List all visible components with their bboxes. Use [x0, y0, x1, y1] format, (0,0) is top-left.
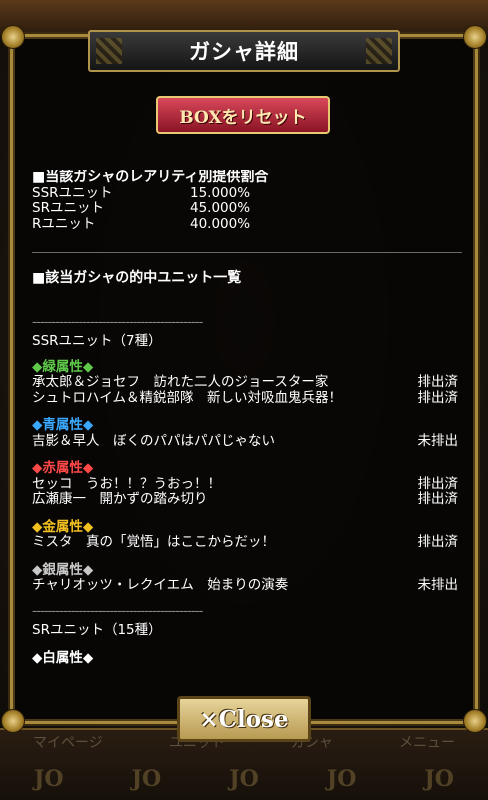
- close-button[interactable]: ×Close: [177, 696, 311, 742]
- rate-value: 15.000%: [190, 184, 251, 201]
- attr-label-gold: ◆金属性◆: [32, 518, 94, 535]
- unit-status: 未排出: [417, 577, 459, 593]
- divider: [32, 252, 462, 253]
- rate-value: 40.000%: [190, 215, 251, 232]
- bg-nav-menu: メニュー: [398, 735, 455, 751]
- unit-name: セッコ うお！！？うおっ！！: [32, 475, 221, 492]
- unit-row: 承太郎＆ジョセフ 訪れた二人のジョースター家 排出済: [32, 374, 462, 391]
- separator-line: ----------------------------------------…: [32, 314, 203, 330]
- attr-label-white: ◆白属性◆: [32, 649, 94, 666]
- rate-name: Rユニット: [32, 215, 96, 232]
- modal-title: ガシャ詳細: [189, 40, 299, 64]
- unit-status: 排出済: [417, 475, 459, 492]
- unit-name: 広瀬康一 開かずの踏み切り: [32, 491, 208, 507]
- jo-logo: JO: [326, 766, 357, 792]
- unit-name: ミスタ 真の「覚悟」はここからだッ！: [32, 534, 275, 550]
- unit-name: 承太郎＆ジョセフ 訪れた二人のジョースター家: [32, 374, 329, 390]
- box-reset-button[interactable]: BOXをリセット: [156, 96, 330, 134]
- attr-label-red: ◆赤属性◆: [32, 460, 94, 476]
- corner-ornament-icon: [1, 709, 25, 733]
- attr-group-red: ◆赤属性◆ セッコ うお！！？うおっ！！ 排出済 広瀬康一 開かずの踏み切り 排…: [32, 460, 462, 508]
- attr-label-blue: ◆青属性◆: [32, 417, 94, 433]
- bg-nav-mypage: マイページ: [33, 735, 103, 751]
- unit-row: 吉影＆早人 ぼくのパパはパパじゃない 未排出: [32, 432, 462, 450]
- rate-row: SRユニット 45.000%: [32, 200, 462, 217]
- unit-status: 排出済: [417, 389, 459, 406]
- rate-value: 45.000%: [190, 200, 251, 216]
- rate-name: SSRユニット: [32, 184, 113, 201]
- unit-status: 未排出: [417, 432, 459, 449]
- unit-row: チャリオッツ・レクイエム 始まりの演奏 未排出: [32, 577, 462, 594]
- unit-row: シュトロハイム＆精鋭部隊 新しい対吸血鬼兵器！ 排出済: [32, 389, 462, 407]
- rate-name: SRユニット: [32, 200, 104, 216]
- gacha-detail-content[interactable]: ■当該ガシャのレアリティ別提供割合 SSRユニット 15.000% SRユニット…: [32, 170, 462, 700]
- unit-status: 排出済: [417, 534, 459, 550]
- rates-heading: ■当該ガシャのレアリティ別提供割合: [32, 170, 269, 185]
- jo-logo: JO: [34, 766, 64, 792]
- rate-row: SSRユニット 15.000%: [32, 184, 462, 202]
- jo-logo: JO: [424, 766, 454, 792]
- unit-row: 広瀬康一 開かずの踏み切り 排出済: [32, 491, 462, 508]
- attr-label-silver: ◆銀属性◆: [32, 561, 94, 578]
- attr-group-silver: ◆銀属性◆ チャリオッツ・レクイエム 始まりの演奏 未排出: [32, 561, 462, 594]
- unit-name: 吉影＆早人 ぼくのパパはパパじゃない: [32, 432, 275, 449]
- attr-group-green: ◆緑属性◆ 承太郎＆ジョセフ 訪れた二人のジョースター家 排出済 シュトロハイム…: [32, 358, 462, 407]
- attr-label-green: ◆緑属性◆: [32, 358, 94, 375]
- unit-status: 排出済: [417, 374, 459, 390]
- corner-ornament-icon: [1, 25, 25, 49]
- corner-ornament-icon: [463, 25, 487, 49]
- attr-group-gold: ◆金属性◆ ミスタ 真の「覚悟」はここからだッ！ 排出済: [32, 518, 462, 551]
- units-heading: ■該当ガシャの的中ユニット一覧: [32, 270, 242, 286]
- unit-row: セッコ うお！！？うおっ！！ 排出済: [32, 475, 462, 493]
- attr-group-blue: ◆青属性◆ 吉影＆早人 ぼくのパパはパパじゃない 未排出: [32, 417, 462, 450]
- modal-title-bar: ガシャ詳細: [88, 30, 400, 72]
- unit-status: 排出済: [417, 491, 459, 507]
- unit-row: ミスタ 真の「覚悟」はここからだッ！ 排出済: [32, 534, 462, 551]
- jo-logo: JO: [229, 766, 259, 792]
- separator-line: ----------------------------------------…: [32, 603, 203, 619]
- sr-units-label: SRユニット（15種）: [32, 622, 162, 638]
- rate-row: Rユニット 40.000%: [32, 215, 462, 233]
- corner-ornament-icon: [463, 709, 487, 733]
- jo-logo: JO: [131, 766, 162, 792]
- unit-name: チャリオッツ・レクイエム 始まりの演奏: [32, 577, 289, 593]
- background-jo-logos: JO JO JO JO JO: [0, 766, 488, 792]
- unit-name: シュトロハイム＆精鋭部隊 新しい対吸血鬼兵器！: [32, 389, 342, 406]
- ssr-units-label: SSRユニット（7種）: [32, 333, 162, 349]
